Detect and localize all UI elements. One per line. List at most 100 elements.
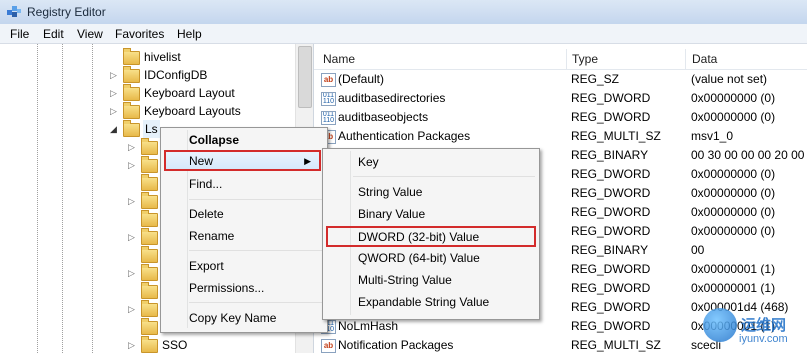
value-data: msv1_0: [691, 129, 734, 143]
value-data: 0x00000000 (0): [691, 110, 776, 124]
submenu-item-key[interactable]: Key: [358, 152, 379, 172]
submenu-arrow-icon: ▶: [304, 156, 311, 166]
value-row[interactable]: ab Authentication Packages REG_MULTI_SZ …: [314, 127, 807, 146]
watermark-logo-icon: [703, 308, 737, 342]
tree-item-label: hivelist: [144, 50, 181, 64]
menu-edit[interactable]: Edit: [43, 27, 64, 41]
window-title: Registry Editor: [27, 5, 106, 19]
folder-icon: [141, 336, 158, 353]
value-type: REG_MULTI_SZ: [571, 129, 661, 143]
value-data: (value not set): [691, 72, 768, 86]
string-value-icon: ab: [321, 339, 336, 353]
expand-arrow-icon[interactable]: ▷: [110, 102, 120, 120]
submenu-item-multi-string-value[interactable]: Multi-String Value: [358, 270, 452, 290]
string-value-icon: ab: [321, 73, 336, 87]
value-row[interactable]: ab (Default) REG_SZ (value not set): [314, 70, 807, 89]
value-type: REG_MULTI_SZ: [571, 338, 661, 352]
expand-arrow-icon[interactable]: ▷: [110, 66, 120, 84]
expand-arrow-icon[interactable]: ▷: [128, 228, 138, 246]
registry-editor-icon: [7, 6, 21, 17]
value-type: REG_BINARY: [571, 243, 649, 257]
menu-view[interactable]: View: [77, 27, 103, 41]
expand-arrow-icon[interactable]: ▷: [128, 192, 138, 210]
menu-item-new[interactable]: New: [189, 151, 213, 171]
menu-item-new-highlight[interactable]: ▶: [164, 150, 321, 171]
column-header-name[interactable]: Name: [323, 52, 355, 66]
column-divider[interactable]: [566, 49, 567, 69]
folder-icon: [141, 174, 158, 191]
value-name: auditbaseobjects: [338, 110, 429, 124]
value-row[interactable]: 011 110 auditbaseobjects REG_DWORD 0x0000…: [314, 108, 807, 127]
expand-arrow-icon[interactable]: ▷: [128, 156, 138, 174]
expand-arrow-icon[interactable]: ▷: [128, 300, 138, 318]
menu-separator: [189, 250, 323, 251]
value-name: auditbasedirectories: [338, 91, 446, 105]
folder-icon: [123, 66, 140, 83]
column-header-type[interactable]: Type: [572, 52, 598, 66]
tree-item-label: Ls: [143, 120, 160, 138]
value-data: 0x00000000 (0): [691, 224, 776, 238]
watermark-text: 运维网: [741, 317, 787, 334]
expand-arrow-icon[interactable]: ▷: [128, 138, 138, 156]
value-type: REG_DWORD: [571, 186, 651, 200]
value-type: REG_DWORD: [571, 300, 651, 314]
folder-icon: [141, 318, 158, 335]
value-data: 0x00000001 (1): [691, 281, 776, 295]
tree-item-label: Keyboard Layout: [144, 86, 235, 100]
submenu-item-string-value[interactable]: String Value: [358, 182, 422, 202]
submenu-item-dword-value[interactable]: DWORD (32-bit) Value: [358, 227, 479, 247]
scrollbar-thumb[interactable]: [298, 46, 312, 108]
menu-item-collapse[interactable]: Collapse: [189, 130, 239, 150]
menu-item-delete[interactable]: Delete: [189, 204, 224, 224]
folder-icon: [123, 48, 140, 65]
value-data: 0x00000000 (0): [691, 186, 776, 200]
value-data: 0x00000001 (1): [691, 262, 776, 276]
menu-item-find[interactable]: Find...: [189, 174, 222, 194]
menu-separator: [353, 176, 535, 177]
folder-icon: [141, 228, 158, 245]
value-type: REG_DWORD: [571, 91, 651, 105]
value-type: REG_DWORD: [571, 167, 651, 181]
menu-favorites[interactable]: Favorites: [115, 27, 164, 41]
tree-item-label: Keyboard Layouts: [144, 104, 241, 118]
submenu-item-qword-value[interactable]: QWORD (64-bit) Value: [358, 248, 480, 268]
tree-item-label: SSO: [162, 338, 188, 352]
value-name: (Default): [338, 72, 385, 86]
folder-icon: [141, 210, 158, 227]
column-divider[interactable]: [685, 49, 686, 69]
menu-item-permissions[interactable]: Permissions...: [189, 278, 264, 298]
binary-value-icon: 011 110: [321, 92, 336, 106]
collapse-arrow-icon[interactable]: ◢: [110, 120, 120, 138]
column-header-data[interactable]: Data: [692, 52, 717, 66]
value-type: REG_DWORD: [571, 262, 651, 276]
folder-icon: [141, 282, 158, 299]
menu-item-export[interactable]: Export: [189, 256, 224, 276]
menu-file[interactable]: File: [10, 27, 29, 41]
tree-item-label: IDConfigDB: [144, 68, 208, 82]
value-data: 0x00000000 (0): [691, 91, 776, 105]
menu-item-copy-key-name[interactable]: Copy Key Name: [189, 308, 276, 328]
value-row[interactable]: ab Notification Packages REG_MULTI_SZ sc…: [314, 336, 807, 355]
folder-icon: [123, 120, 140, 137]
expand-arrow-icon[interactable]: ▷: [128, 336, 138, 354]
expand-arrow-icon[interactable]: ▷: [110, 84, 120, 102]
value-row[interactable]: 011 110 auditbasedirectories REG_DWORD 0x…: [314, 89, 807, 108]
menu-separator: [189, 302, 323, 303]
submenu-item-binary-value[interactable]: Binary Value: [358, 204, 425, 224]
menu-bar: File Edit View Favorites Help: [0, 24, 807, 44]
value-data: 00: [691, 243, 705, 257]
menu-help[interactable]: Help: [177, 27, 202, 41]
folder-icon: [141, 138, 158, 155]
expand-arrow-icon[interactable]: ▷: [128, 264, 138, 282]
list-header: Name Type Data: [314, 49, 807, 70]
folder-icon: [123, 102, 140, 119]
submenu-item-expandable-string-value[interactable]: Expandable String Value: [358, 292, 489, 312]
value-name: Notification Packages: [338, 338, 454, 352]
menu-item-rename[interactable]: Rename: [189, 226, 234, 246]
context-menu: Collapse ▶ New Find... Delete Rename Exp…: [160, 127, 328, 333]
folder-icon: [141, 156, 158, 173]
menu-separator: [189, 199, 323, 200]
value-type: REG_DWORD: [571, 205, 651, 219]
new-submenu: Key String Value Binary Value DWORD (32-…: [322, 148, 540, 320]
value-data: 00 30 00 00 00 20 00 00: [691, 148, 807, 162]
